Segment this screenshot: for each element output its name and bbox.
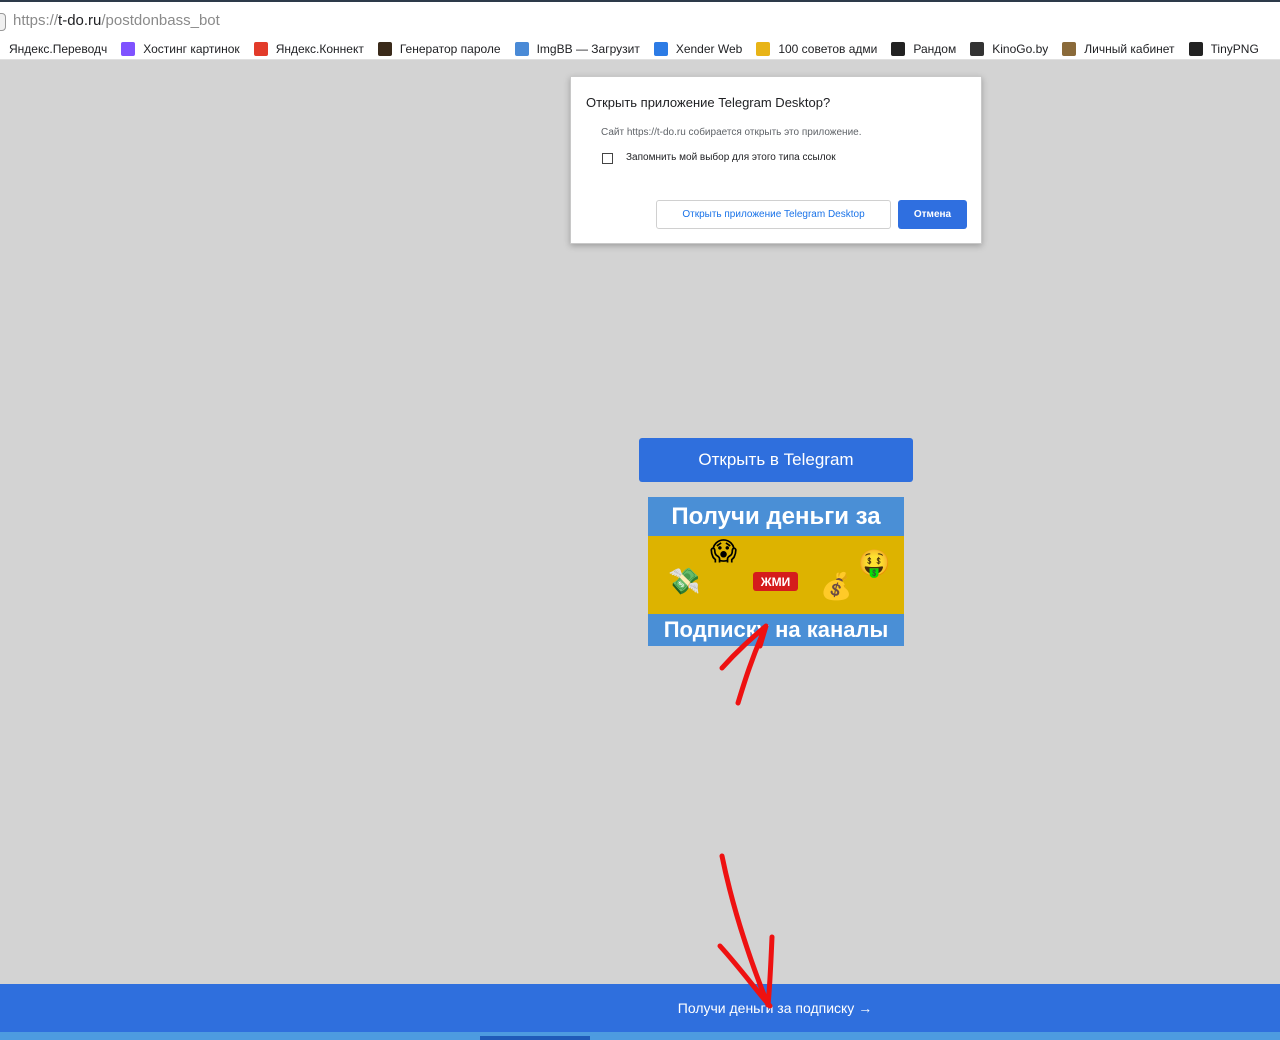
bookmark-item[interactable]: Хостинг картинок [121, 41, 240, 56]
cookie-icon [377, 41, 392, 56]
url-path: /postdonbass_bot [101, 12, 220, 29]
money-mouth-face-icon: 🤑 [858, 549, 891, 579]
bookmark-label: Генератор пароле [399, 41, 501, 56]
bookmark-item[interactable]: Xender Web [653, 41, 743, 56]
kotlin-k-icon [121, 41, 136, 56]
bookmarks-bar: Яндекс.Переводч Хостинг картинок Яндекс.Ко… [0, 38, 1280, 60]
bookmark-label: KinoGo.by [992, 41, 1049, 56]
bookmark-item[interactable]: Яндекс.Коннект [253, 41, 364, 56]
dialog-title: Открыть приложение Telegram Desktop? [586, 95, 831, 110]
bookmark-label: Хостинг картинок [143, 41, 240, 56]
bookmark-item[interactable]: Личный кабинет [1062, 41, 1175, 56]
bookmark-label: 100 советов адми [778, 41, 878, 56]
bookmark-label: Личный кабинет [1084, 41, 1175, 56]
money-bag-icon: 💰 [820, 572, 853, 602]
remember-choice-label[interactable]: Запомнить мой выбор для этого типа ссыло… [626, 152, 836, 163]
open-in-telegram-button[interactable]: Открыть в Telegram [639, 438, 913, 482]
remember-choice-checkbox[interactable] [602, 153, 613, 164]
bookmark-label: Яндекс.Коннект [275, 41, 364, 56]
yellow-folder-icon [756, 41, 771, 56]
banner-bottom-text: Подписку на каналы [648, 614, 904, 646]
bookmark-item[interactable]: TinyPNG [1188, 41, 1259, 56]
bookmark-item[interactable]: Яндекс.Переводч [9, 42, 107, 56]
footer-strip [0, 1032, 1280, 1040]
bookmark-label: Xender Web [675, 41, 743, 56]
press-badge: ЖМИ [753, 572, 798, 591]
bookmark-label: ImgBB — Загрузит [536, 41, 640, 56]
money-wings-icon: 💸 [668, 567, 701, 597]
r-box-icon [891, 41, 906, 56]
bookmark-label: Рандом [913, 41, 957, 56]
open-app-dialog: Открыть приложение Telegram Desktop? Сай… [570, 76, 982, 244]
bookmark-item[interactable]: Генератор пароле [377, 41, 501, 56]
bookmark-item[interactable]: KinoGo.by [970, 41, 1049, 56]
xender-icon [653, 41, 668, 56]
url-host: t-do.ru [58, 12, 102, 29]
yandex-connect-icon [253, 41, 268, 56]
address-bar[interactable]: https://t-do.ru/postdonbass_bot [0, 0, 1280, 38]
banner-top-text: Получи деньги за [648, 497, 904, 536]
banner-middle: 💸 😱 ЖМИ 💰 🤑 [648, 536, 904, 614]
bookmark-item[interactable]: ImgBB — Загрузит [514, 41, 640, 56]
page-info-icon[interactable] [0, 13, 6, 31]
footer-link[interactable]: Получи деньги за подписку → [678, 1000, 872, 1016]
bookmark-item[interactable]: 100 советов адми [756, 41, 878, 56]
promo-banner[interactable]: Получи деньги за 💸 😱 ЖМИ 💰 🤑 Подписку на… [648, 497, 904, 646]
cabinet-icon [1062, 41, 1077, 56]
open-app-button[interactable]: Открыть приложение Telegram Desktop [656, 200, 891, 229]
footer-link-bar[interactable]: Получи деньги за подписку → [0, 984, 1280, 1032]
bookmark-item[interactable]: Рандом [891, 41, 957, 56]
dialog-message: Сайт https://t-do.ru собирается открыть … [601, 127, 862, 138]
bookmark-label: TinyPNG [1210, 41, 1259, 56]
cancel-button[interactable]: Отмена [898, 200, 967, 229]
url-text[interactable]: https://t-do.ru/postdonbass_bot [13, 12, 220, 29]
kinogo-icon [970, 41, 985, 56]
scream-face-icon: 😱 [710, 537, 738, 567]
url-scheme: https:// [13, 12, 59, 29]
imgbb-icon [514, 41, 529, 56]
footer-strip-accent [480, 1036, 590, 1040]
bookmark-label: Яндекс.Переводч [9, 41, 108, 56]
panda-icon [1188, 41, 1203, 56]
